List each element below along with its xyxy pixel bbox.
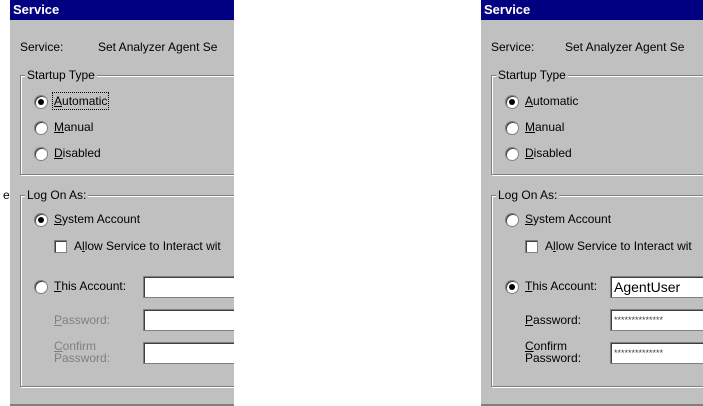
log-on-as-legend: Log On As: bbox=[496, 188, 560, 202]
disabled-radio[interactable] bbox=[34, 147, 48, 161]
this-account-radio[interactable] bbox=[505, 280, 519, 294]
automatic-radio[interactable] bbox=[505, 95, 519, 109]
service-label: Service: bbox=[20, 40, 64, 54]
interact-desktop-checkbox[interactable] bbox=[54, 240, 67, 253]
service-dialog-left: Service Service: Set Analyzer Agent Se S… bbox=[10, 0, 234, 406]
system-account-label[interactable]: System Account bbox=[54, 212, 140, 226]
manual-radio[interactable] bbox=[505, 121, 519, 135]
password-input[interactable]: ************** bbox=[610, 309, 703, 331]
startup-type-legend: Startup Type bbox=[496, 68, 568, 82]
system-account-label[interactable]: System Account bbox=[525, 212, 611, 226]
system-account-radio[interactable] bbox=[34, 213, 48, 227]
password-label: Password: bbox=[525, 313, 582, 327]
service-dialog-right: Service Service: Set Analyzer Agent Se S… bbox=[481, 0, 703, 406]
automatic-label[interactable]: Automatic bbox=[525, 94, 578, 108]
interact-desktop-label[interactable]: Allow Service to Interact wit bbox=[74, 239, 221, 253]
interact-desktop-checkbox[interactable] bbox=[525, 240, 538, 253]
service-name: Set Analyzer Agent Se bbox=[565, 40, 685, 54]
confirm-password-label: Confirm Password: bbox=[54, 339, 111, 365]
account-name-input[interactable] bbox=[143, 276, 234, 298]
disabled-label[interactable]: Disabled bbox=[525, 146, 572, 160]
interact-desktop-label[interactable]: Allow Service to Interact wit bbox=[545, 239, 692, 253]
manual-label[interactable]: Manual bbox=[54, 120, 93, 134]
this-account-radio[interactable] bbox=[34, 280, 48, 294]
manual-radio[interactable] bbox=[34, 121, 48, 135]
clipped-label-fragment: e bbox=[3, 188, 10, 202]
startup-type-group bbox=[491, 75, 703, 175]
this-account-label[interactable]: This Account: bbox=[54, 279, 126, 293]
this-account-label[interactable]: This Account: bbox=[525, 279, 597, 293]
confirm-password-label: Confirm Password: bbox=[525, 339, 582, 365]
log-on-as-legend: Log On As: bbox=[25, 188, 89, 202]
service-label: Service: bbox=[491, 40, 535, 54]
password-label: Password: bbox=[54, 313, 111, 327]
confirm-password-input[interactable]: ************** bbox=[610, 342, 703, 364]
system-account-radio[interactable] bbox=[505, 213, 519, 227]
startup-type-legend: Startup Type bbox=[25, 68, 97, 82]
service-name: Set Analyzer Agent Se bbox=[98, 40, 218, 54]
disabled-label[interactable]: Disabled bbox=[54, 146, 101, 160]
confirm-password-input[interactable] bbox=[143, 342, 234, 364]
automatic-radio[interactable] bbox=[34, 95, 48, 109]
automatic-label[interactable]: Automatic bbox=[51, 92, 110, 110]
dialog-title: Service bbox=[481, 0, 703, 20]
dialog-title: Service bbox=[10, 0, 234, 20]
password-input[interactable] bbox=[143, 309, 234, 331]
startup-type-group bbox=[20, 75, 234, 175]
account-name-input[interactable]: AgentUser bbox=[610, 276, 703, 298]
disabled-radio[interactable] bbox=[505, 147, 519, 161]
manual-label[interactable]: Manual bbox=[525, 120, 564, 134]
